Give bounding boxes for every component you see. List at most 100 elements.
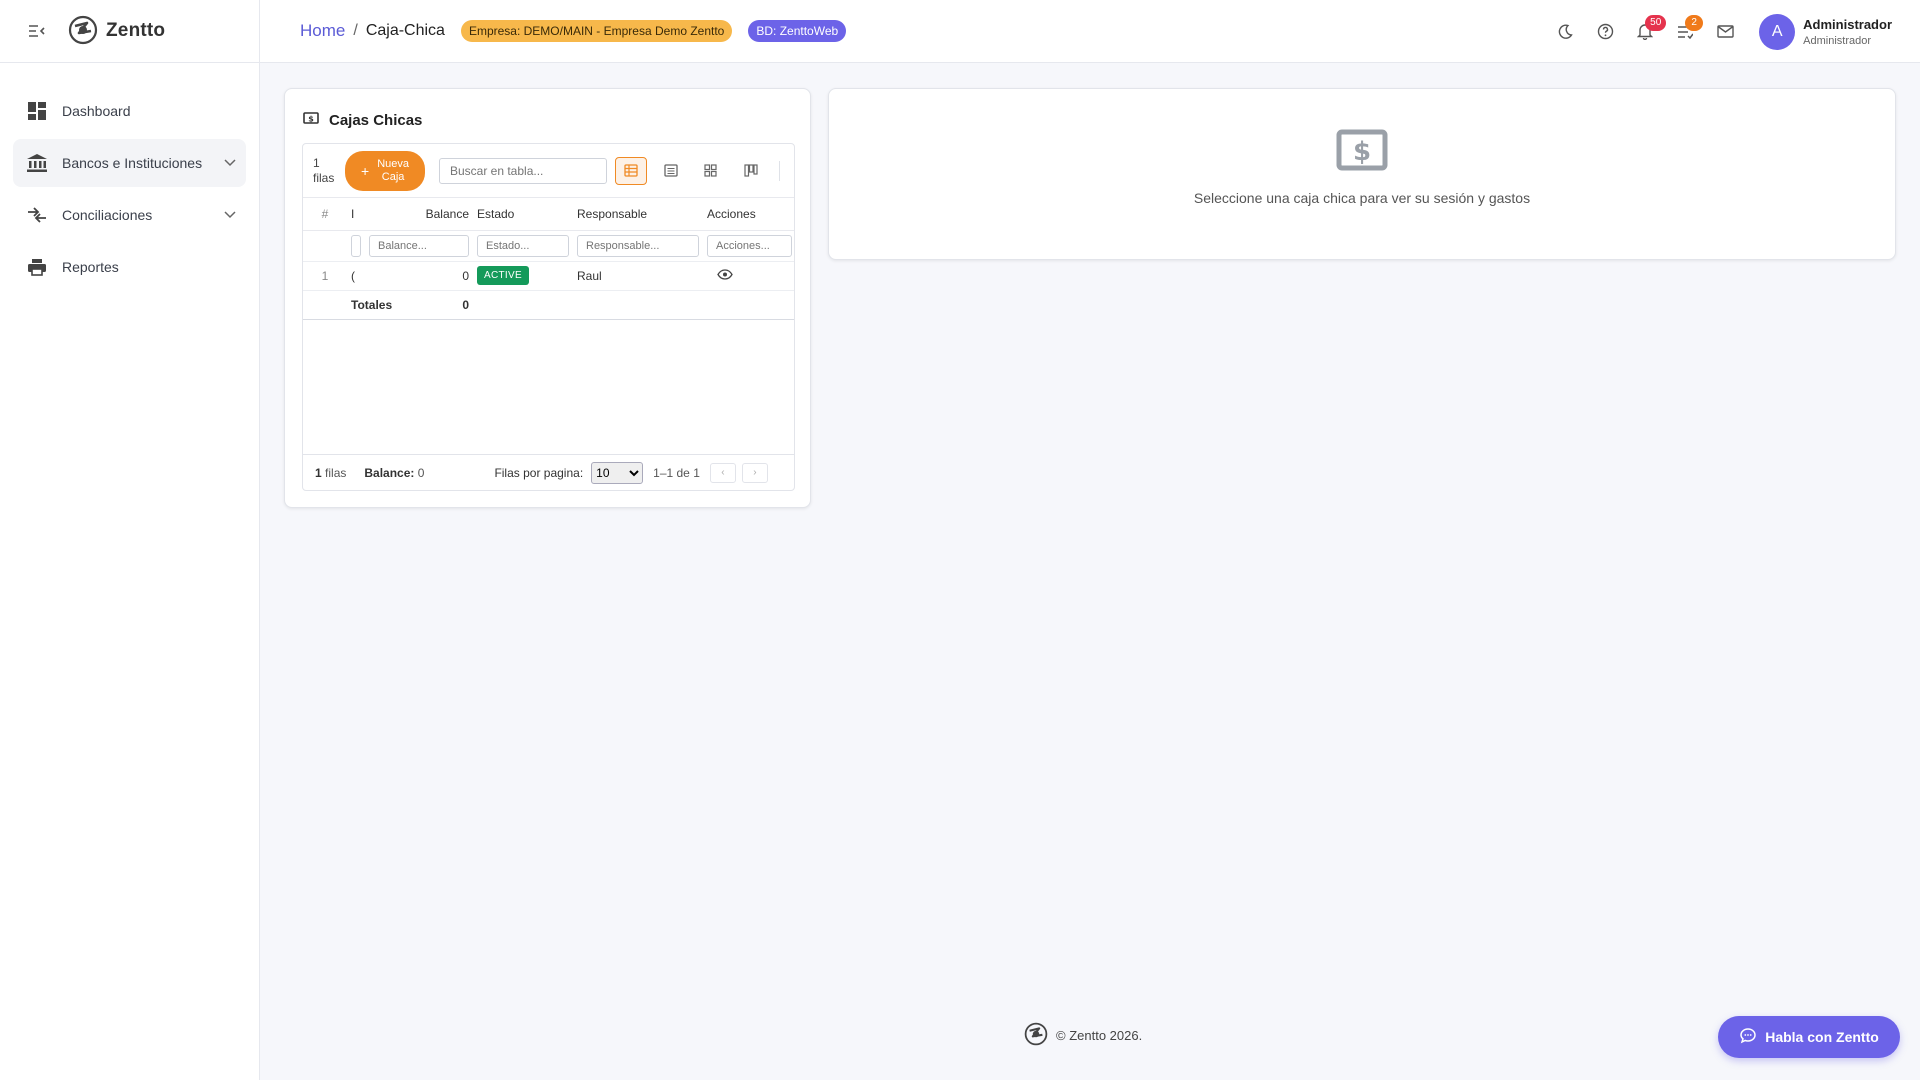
brand-logo[interactable]: Zentto [68,15,165,48]
card-title: $ Cajas Chicas [303,111,422,129]
user-role: Administrador [1803,34,1872,47]
filter-row [303,230,794,262]
grid-view-icon [704,164,718,177]
rows-per-page-select[interactable]: 10 [591,461,644,484]
user-name: Administrador [1803,16,1892,32]
footer-balance-value: 0 [417,465,425,480]
column-header-index[interactable]: # [303,198,347,231]
row-responsable: Raul [573,261,703,291]
dark-mode-toggle[interactable] [1545,12,1585,52]
chat-button-label: Habla con Zentto [1765,1029,1879,1045]
row-balance: 0 [365,261,473,291]
new-caja-button[interactable]: + Nueva Caja [345,150,425,191]
zentto-logo-icon [1024,1022,1048,1049]
brand-name: Zentto [106,20,166,41]
table-view-icon [624,164,638,177]
footer-rows-unit: filas [325,465,347,480]
row-count-unit: filas [313,170,335,185]
filter-cell-empty [303,230,347,262]
zentto-logo-icon [68,15,98,48]
filter-cell-acciones [703,230,794,262]
sidebar-item-reportes[interactable]: Reportes [13,243,246,291]
sidebar-item-label: Bancos e Instituciones [62,155,203,171]
view-grid-button[interactable] [695,157,727,185]
row-name: ( [347,261,365,291]
column-header-acciones[interactable]: Acciones [703,198,794,231]
svg-text:$: $ [1353,137,1371,167]
column-header-responsable[interactable]: Responsable [573,198,703,231]
totals-row: Totales 0 [303,289,794,320]
data-grid: 1 filas + Nueva Caja Buscar en tabla... … [302,143,795,491]
tasks-button[interactable]: 2 [1665,12,1705,52]
totals-empty [703,289,794,320]
messages-button[interactable] [1705,12,1745,52]
column-header-estado[interactable]: Estado [473,198,573,231]
totals-label: Totales [347,289,392,320]
acciones-filter-input[interactable] [707,234,792,257]
kanban-view-icon [744,164,758,177]
chevron-down-icon[interactable] [218,151,242,175]
balance-filter-input[interactable] [369,234,469,257]
sidebar-item-conciliaciones[interactable]: Conciliaciones [13,191,246,239]
chevron-down-icon[interactable] [218,203,242,227]
sidebar-item-label: Dashboard [62,103,131,119]
copyright-text: © Zentto 2026. [1056,1028,1143,1043]
view-table-button[interactable] [614,156,647,185]
compare-arrows-icon [26,204,48,226]
grid-footer: 1 filas Balance: 0 Filas por pagina: 10 … [303,454,794,490]
page-footer: © Zentto 2026. [1024,1022,1142,1049]
table-row[interactable]: 1 ( 0 ACTIVE Raul [303,261,794,291]
filter-cell-estado [473,230,573,262]
responsable-filter-input[interactable] [577,234,699,257]
pagination-range: 1–1 de 1 [653,465,700,480]
printer-icon [26,256,48,278]
breadcrumb-home-link[interactable]: Home [300,21,345,41]
empty-state: $ Seleccione una caja chica para ver su … [829,129,1895,206]
view-list-button[interactable] [655,157,687,185]
user-menu[interactable]: A Administrador Administrador [1759,13,1892,50]
filter-cell-name [347,230,365,262]
empty-state-text: Seleccione una caja chica para ver su se… [1193,190,1531,206]
row-count: 1 filas [313,156,337,186]
eye-icon[interactable] [717,268,733,283]
column-header-name[interactable]: I [347,198,365,231]
breadcrumb-current: Caja-Chica [365,22,445,39]
mail-icon [1716,25,1734,38]
next-page-button[interactable]: › [741,462,768,483]
toolbar-divider [778,160,780,181]
new-caja-label-line1: Nueva [377,157,409,170]
totals-empty [473,289,573,320]
caja-detail-card: $ Seleccione una caja chica para ver su … [828,88,1896,260]
estado-filter-input[interactable] [477,234,569,257]
cajas-chicas-card: $ Cajas Chicas 1 filas + Nueva Caja Busc… [284,88,811,508]
cash-icon: $ [303,111,319,129]
new-caja-label-line2: Caja [381,170,405,183]
sidebar-item-label: Conciliaciones [62,207,153,223]
dashboard-icon [26,100,48,122]
row-index: 1 [303,261,347,291]
cajas-table: # I Balance Estado Responsable Acciones [303,198,794,320]
moon-icon [1558,23,1573,39]
chat-with-zentto-button[interactable]: Habla con Zentto [1718,1016,1900,1058]
row-actions [703,261,794,291]
notifications-button[interactable]: 50 [1625,12,1667,52]
breadcrumb: Home / Caja-Chica Empresa: DEMO/MAIN - E… [300,20,847,42]
table-header-row: # I Balance Estado Responsable Acciones [303,198,794,231]
empresa-badge: Empresa: DEMO/MAIN - Empresa Demo Zentto [460,20,733,42]
column-header-balance[interactable]: Balance [365,198,473,231]
status-badge: ACTIVE [477,266,529,285]
prev-page-button[interactable]: ‹ [709,462,736,483]
sidebar-nav: Dashboard Bancos e Instituciones Concili… [0,63,259,291]
view-kanban-button[interactable] [735,157,767,185]
menu-collapse-icon[interactable] [28,22,46,40]
name-filter-input[interactable] [351,234,361,257]
table-search-input[interactable] [438,157,607,184]
breadcrumb-separator: / [353,22,358,39]
help-button[interactable] [1585,12,1625,52]
page-title: Cajas Chicas [329,111,423,129]
filter-cell-balance [365,230,473,262]
grid-toolbar: 1 filas + Nueva Caja [303,144,794,198]
sidebar-item-dashboard[interactable]: Dashboard [13,87,246,135]
database-badge: BD: ZenttoWeb [748,20,847,42]
sidebar-item-bancos[interactable]: Bancos e Instituciones [13,139,246,187]
